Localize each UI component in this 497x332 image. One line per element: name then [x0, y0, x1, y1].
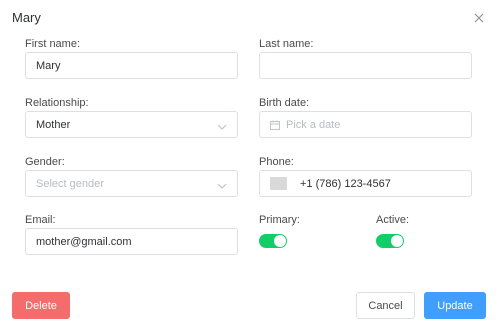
phone-label: Phone:	[259, 156, 294, 168]
first-name-value: Mary	[36, 59, 61, 72]
birth-date-picker[interactable]: Pick a date	[259, 111, 472, 138]
flag-icon[interactable]	[270, 177, 287, 190]
first-name-input[interactable]: Mary	[25, 52, 238, 79]
gender-label: Gender:	[25, 156, 65, 168]
birth-date-placeholder: Pick a date	[286, 118, 341, 131]
primary-toggle[interactable]	[259, 234, 287, 248]
chevron-down-icon	[217, 180, 227, 192]
last-name-label: Last name:	[259, 38, 314, 50]
phone-input[interactable]: +1 (786) 123-4567	[259, 170, 472, 197]
email-value: mother@gmail.com	[36, 235, 132, 248]
first-name-label: First name:	[25, 38, 81, 50]
calendar-icon	[270, 120, 280, 130]
email-input[interactable]: mother@gmail.com	[25, 228, 238, 255]
cancel-button[interactable]: Cancel	[356, 292, 415, 319]
active-label: Active:	[376, 214, 410, 226]
email-label: Email:	[25, 214, 56, 226]
relationship-select[interactable]: Mother	[25, 111, 238, 138]
relationship-label: Relationship:	[25, 97, 89, 109]
delete-button[interactable]: Delete	[12, 292, 70, 319]
update-button[interactable]: Update	[424, 292, 486, 319]
close-icon[interactable]	[474, 13, 484, 23]
dialog-title: Mary	[12, 10, 41, 25]
relationship-value: Mother	[36, 118, 71, 131]
primary-label: Primary:	[259, 214, 300, 226]
gender-select[interactable]: Select gender	[25, 170, 238, 197]
active-toggle[interactable]	[376, 234, 404, 248]
birth-date-label: Birth date:	[259, 97, 310, 109]
chevron-down-icon	[217, 121, 227, 133]
gender-placeholder: Select gender	[36, 177, 104, 190]
phone-value: +1 (786) 123-4567	[300, 177, 391, 190]
last-name-input[interactable]	[259, 52, 472, 79]
